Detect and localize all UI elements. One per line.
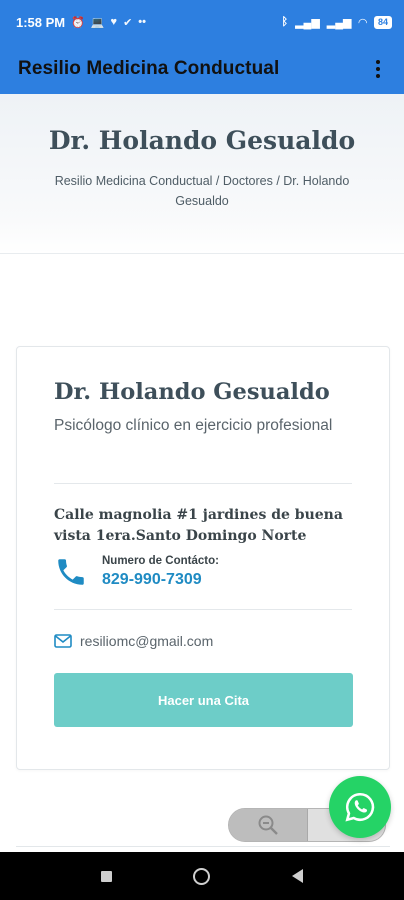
divider [54, 483, 352, 484]
doctor-role: Psicólogo clínico en ejercicio profesion… [54, 417, 333, 434]
signal-icon-2: ▂▄▆ [326, 16, 352, 29]
battery-icon: 84 [373, 15, 392, 29]
divider [54, 609, 352, 610]
recents-button[interactable] [100, 870, 112, 882]
overflow-menu-icon[interactable] [368, 57, 388, 81]
zoom-out-button[interactable] [229, 809, 308, 841]
book-appointment-button[interactable]: Hacer una Cita [54, 673, 353, 727]
system-nav-bar [0, 852, 404, 900]
breadcrumb[interactable]: Resilio Medicina Conductual / Doctores /… [32, 171, 372, 211]
page-title: Dr. Holando Gesualdo [48, 126, 356, 155]
home-button[interactable] [193, 867, 211, 885]
page-header: Dr. Holando Gesualdo Resilio Medicina Co… [0, 94, 404, 254]
laptop-icon: 💻 [90, 16, 105, 29]
whatsapp-icon [345, 792, 375, 822]
status-bar: 1:58 PM ⏰ 💻 ♥ ✔ •• ᛒ ▂▄▆ ▂▄▆ ◠ 84 [0, 0, 404, 44]
signal-icon: ▂▄▆ [295, 16, 320, 29]
doctor-address: Calle magnolia #1 jardines de buena vist… [54, 507, 343, 544]
app-bar: Resilio Medicina Conductual [0, 44, 404, 94]
alarm-icon: ⏰ [71, 16, 85, 29]
email-row[interactable]: resiliomc@gmail.com [54, 633, 213, 649]
zoom-out-icon [258, 815, 278, 835]
contact-label: Numero de Contácto: [102, 555, 219, 567]
wifi-icon: ◠ [358, 16, 367, 29]
app-title: Resilio Medicina Conductual [18, 58, 280, 79]
more-notifications-icon: •• [138, 16, 146, 28]
phone-link[interactable]: 829-990-7309 [102, 571, 202, 589]
email-text: resiliomc@gmail.com [80, 633, 214, 649]
phone-icon [58, 559, 84, 585]
mail-icon [54, 634, 72, 648]
heart-icon: ♥ [110, 16, 118, 28]
back-button[interactable] [292, 869, 304, 883]
status-time: 1:58 PM [16, 14, 66, 30]
whatsapp-button[interactable] [329, 776, 391, 838]
bluetooth-icon: ᛒ [281, 16, 289, 28]
check-icon: ✔ [123, 16, 133, 29]
doctor-card: Dr. Holando Gesualdo Psicólogo clínico e… [16, 346, 390, 770]
doctor-name: Dr. Holando Gesualdo [54, 379, 330, 405]
